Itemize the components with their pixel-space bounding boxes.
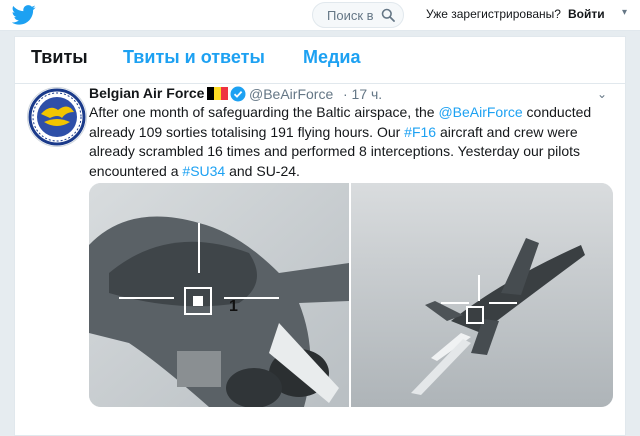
svg-text:1: 1 (229, 298, 238, 315)
tab-media[interactable]: Медиа (303, 47, 361, 68)
tweet-text-segment: and SU-24. (225, 162, 300, 179)
author-handle[interactable]: @BeAirForce (249, 86, 333, 102)
login-link[interactable]: Войти (568, 7, 605, 21)
tweet-timestamp[interactable]: · 17 ч. (343, 86, 382, 102)
belgium-flag-icon (207, 87, 228, 100)
air-force-emblem-icon (28, 88, 86, 146)
mention-link[interactable]: @BeAirForce (438, 104, 522, 120)
tweet-menu-chevron-icon[interactable]: ⌄ (597, 87, 607, 101)
hashtag-su34-link[interactable]: #SU34 (182, 163, 225, 179)
tweet-text-segment: After one month of safeguarding the Balt… (89, 104, 439, 120)
tab-tweets[interactable]: Твиты (31, 47, 88, 68)
tweet-media: 1 (89, 183, 613, 407)
media-image-su24-intercept[interactable] (351, 183, 613, 407)
search-icon[interactable] (381, 8, 395, 22)
search-input[interactable]: Поиск в (327, 8, 374, 23)
top-navigation-bar: Поиск в Уже зарегистрированы? Войти ▾ (0, 0, 640, 31)
chevron-down-icon[interactable]: ▾ (622, 7, 627, 18)
media-image-su34-targeting[interactable]: 1 (89, 183, 349, 407)
profile-tabs: Твиты Твиты и ответы Медиа (15, 37, 625, 84)
verified-badge-icon (230, 86, 246, 102)
author-name[interactable]: Belgian Air Force (89, 85, 204, 101)
tab-tweets-and-replies[interactable]: Твиты и ответы (123, 47, 265, 68)
search-box[interactable]: Поиск в (312, 2, 404, 28)
avatar[interactable] (27, 87, 87, 147)
hashtag-f16-link[interactable]: #F16 (404, 124, 436, 140)
twitter-bird-icon[interactable] (12, 4, 36, 26)
tweet-text: After one month of safeguarding the Balt… (89, 103, 611, 181)
profile-timeline-card: Твиты Твиты и ответы Медиа Belgian Air F… (14, 36, 626, 436)
already-registered-text: Уже зарегистрированы? (426, 7, 561, 21)
